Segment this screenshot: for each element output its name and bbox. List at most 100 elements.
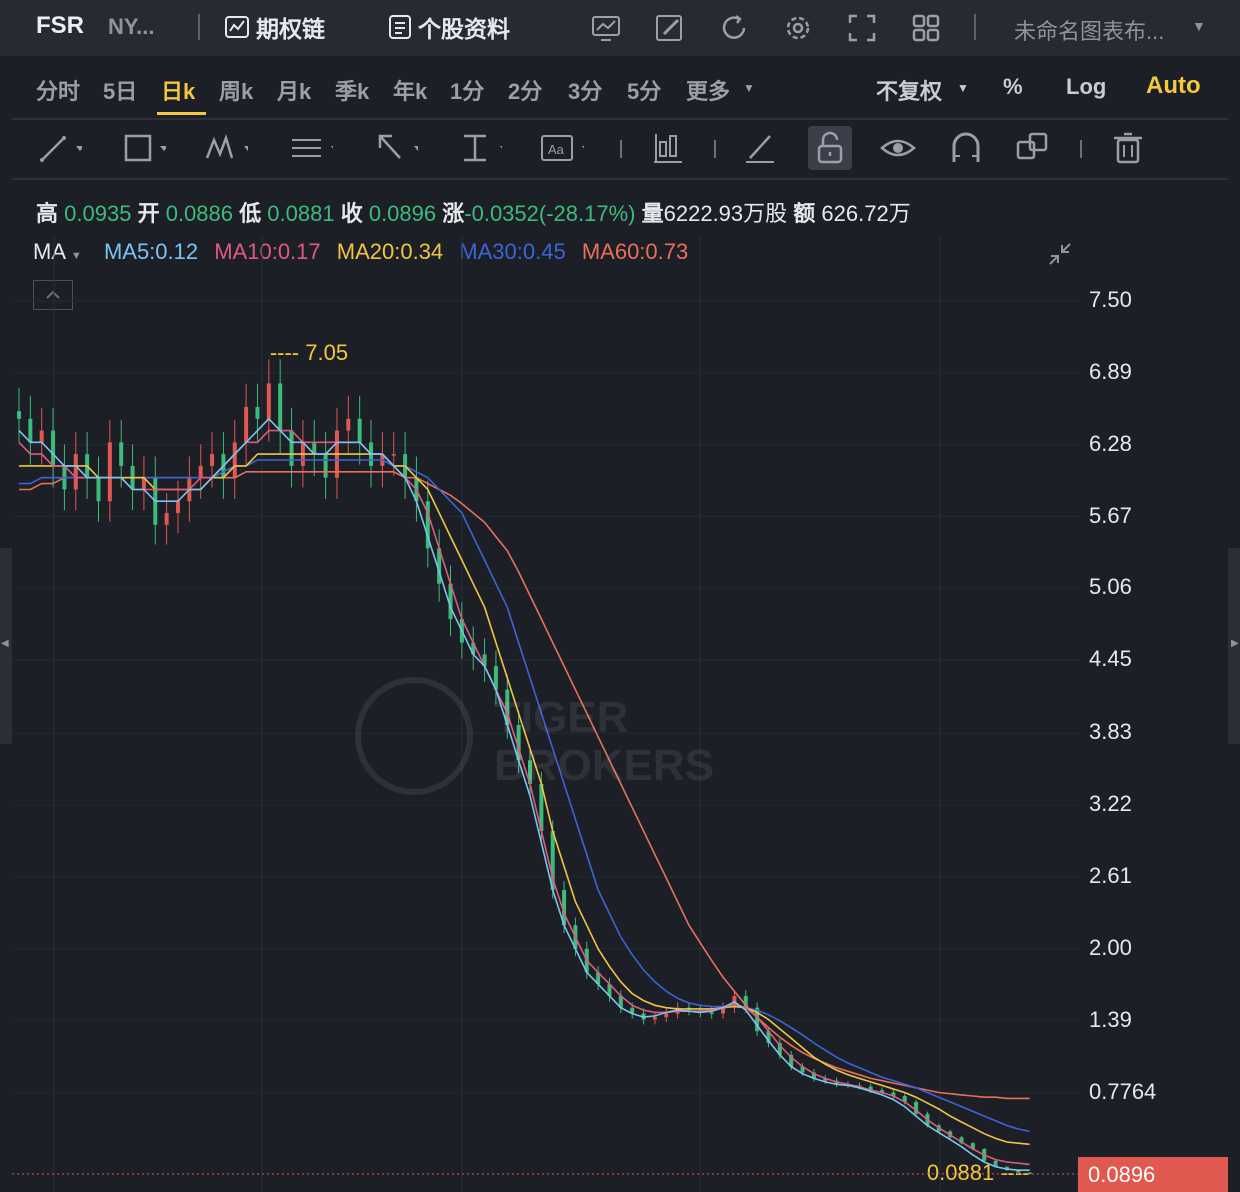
trash-icon: [1114, 132, 1142, 164]
pattern-tool[interactable]: [204, 128, 252, 168]
tab-weekly-k[interactable]: 周k: [219, 74, 253, 106]
tab-daily-k[interactable]: 日k: [161, 74, 195, 106]
high-label: 高: [36, 201, 59, 226]
candle-body: [664, 1013, 669, 1018]
refresh-icon[interactable]: [718, 12, 750, 44]
change-label: 涨: [442, 201, 465, 226]
magnet-tool[interactable]: [944, 128, 988, 168]
candle-body: [107, 442, 112, 502]
trend-line-tool[interactable]: [38, 128, 84, 168]
tab-1min[interactable]: 1分: [450, 74, 484, 106]
period-tabs: 分时 5日 日k 周k 月k 季k 年k 1分 2分 3分 5分 更多 ▼ 不复…: [0, 56, 1240, 118]
divider: [12, 178, 1228, 180]
candle-body: [175, 501, 180, 514]
lock-tool[interactable]: [808, 126, 852, 170]
draw-icon[interactable]: [654, 12, 686, 44]
change-value: -0.0352(-28.17%): [464, 201, 636, 226]
low-value: 0.0881: [267, 201, 335, 226]
indicator-tool[interactable]: [648, 128, 692, 168]
log-toggle[interactable]: Log: [1066, 74, 1106, 100]
tab-2min[interactable]: 2分: [508, 74, 542, 106]
delete-tool[interactable]: [1106, 128, 1150, 168]
max-price-annotation: ---- 7.05: [270, 340, 348, 365]
svg-text:BROKERS: BROKERS: [494, 741, 714, 790]
grid-layout-icon[interactable]: [910, 12, 942, 44]
adjust-dropdown[interactable]: 不复权: [876, 74, 942, 106]
option-chain-button[interactable]: 期权链: [224, 10, 325, 44]
stock-profile-button[interactable]: 个股资料: [388, 10, 510, 44]
tab-5min[interactable]: 5分: [627, 74, 661, 106]
candle-body: [391, 454, 396, 456]
chevron-left-icon: ◀: [1, 638, 9, 649]
candle-body: [17, 411, 21, 419]
trend-line-icon: [40, 136, 84, 162]
y-tick-label: 6.28: [1089, 430, 1132, 456]
chart-layout-icon[interactable]: [590, 12, 622, 44]
close-value: 0.0896: [368, 201, 437, 226]
open-label: 开: [137, 201, 160, 226]
min-price-annotation: 0.0881 ----: [927, 1160, 1030, 1185]
option-chain-icon: [225, 16, 249, 38]
left-panel-toggle[interactable]: ◀: [0, 548, 12, 744]
candle-body: [39, 430, 44, 443]
candle-body: [709, 1012, 714, 1014]
y-tick-label: 1.39: [1089, 1006, 1132, 1032]
chevron-down-icon[interactable]: ▼: [1192, 18, 1206, 34]
candle-body: [652, 1017, 657, 1020]
svg-text:Aa: Aa: [548, 142, 565, 157]
amount-label: 额: [793, 201, 816, 226]
more-dropdown-icon[interactable]: ▼: [743, 81, 755, 95]
tab-5day[interactable]: 5日: [103, 74, 137, 106]
volume-value: 6222.93万股: [663, 201, 788, 226]
rectangle-tool[interactable]: [122, 128, 168, 168]
candle-body: [357, 418, 362, 443]
rectangle-icon: [124, 134, 168, 162]
stock-profile-label: 个股资料: [418, 16, 510, 42]
y-tick-label: 7.50: [1089, 287, 1132, 312]
candle-body: [244, 407, 249, 443]
arrow-tool[interactable]: [374, 128, 422, 168]
document-icon: [389, 15, 411, 39]
settings-icon[interactable]: [782, 12, 814, 44]
tab-monthly-k[interactable]: 月k: [277, 74, 311, 106]
ticker-symbol[interactable]: FSR: [36, 12, 84, 40]
visibility-tool[interactable]: [876, 128, 920, 168]
y-tick-label: 3.83: [1089, 719, 1132, 745]
y-tick-label: 4.45: [1089, 646, 1132, 672]
candle-body: [164, 513, 169, 525]
chart-layout-name[interactable]: 未命名图表布...: [1014, 14, 1164, 46]
candle-body: [323, 454, 328, 478]
pen-tool[interactable]: [742, 128, 786, 168]
divider: [974, 14, 976, 40]
y-tick-label: 0.7764: [1089, 1078, 1157, 1104]
tab-timeshare[interactable]: 分时: [36, 74, 80, 106]
clone-tool[interactable]: [1012, 128, 1056, 168]
text-tool[interactable]: Aa: [540, 128, 590, 168]
fibonacci-icon: [292, 139, 339, 157]
divider: [1080, 140, 1082, 158]
exchange-label[interactable]: NY...: [108, 14, 154, 40]
right-panel-toggle[interactable]: ▶: [1228, 548, 1240, 744]
candle-body: [278, 383, 283, 431]
tab-yearly-k[interactable]: 年k: [393, 74, 427, 106]
high-value: 0.0935: [64, 201, 132, 226]
tab-quarterly-k[interactable]: 季k: [335, 74, 369, 106]
fullscreen-icon[interactable]: [846, 12, 878, 44]
candle-body: [96, 477, 101, 502]
tab-3min[interactable]: 3分: [568, 74, 602, 106]
fibonacci-tool[interactable]: [289, 128, 339, 168]
adjust-chevron-icon[interactable]: ▼: [957, 81, 969, 95]
candle-body: [28, 418, 33, 443]
candlestick-icon: [654, 134, 682, 163]
unlock-icon: [817, 131, 843, 164]
divider: [198, 14, 200, 40]
pattern-icon: [205, 134, 252, 159]
volume-label: 量: [641, 201, 664, 226]
tab-more[interactable]: 更多: [686, 74, 730, 106]
percent-toggle[interactable]: %: [1003, 74, 1023, 100]
candle-body: [198, 465, 203, 478]
open-value: 0.0886: [165, 201, 233, 226]
measure-tool[interactable]: [458, 128, 508, 168]
arrow-icon: [378, 134, 422, 159]
auto-toggle[interactable]: Auto: [1146, 72, 1201, 100]
